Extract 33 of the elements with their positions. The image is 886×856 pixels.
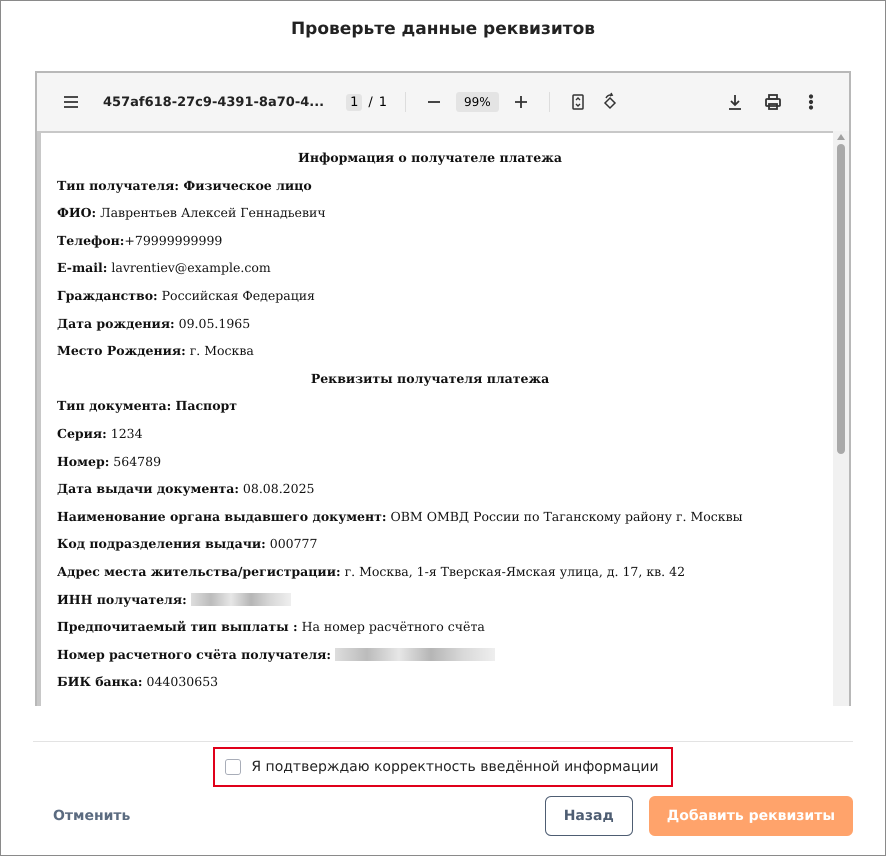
page-count: 1 bbox=[378, 94, 388, 110]
field-label: ИНН получателя: bbox=[57, 590, 187, 608]
scrollbar[interactable] bbox=[833, 131, 849, 706]
document-line: БИК банка: 044030653 bbox=[57, 674, 218, 690]
document-line: Тип получателя: Физическое лицо bbox=[57, 178, 312, 193]
file-name: 457af618-27c9-4391-8a70-4... bbox=[103, 94, 324, 110]
checkbox[interactable] bbox=[225, 759, 242, 775]
checkbox-label: Я подтверждаю корректность введённой информации bbox=[251, 759, 659, 775]
document-line: ФИО: Лаврентьев Алексей Геннадьевич bbox=[57, 205, 326, 220]
page-separator: / bbox=[368, 94, 373, 110]
document-line: Место Рождения: г. Москва bbox=[57, 343, 254, 358]
page-number-field[interactable]: 1 bbox=[346, 94, 362, 110]
field-label: Номер расчетного счёта получателя: bbox=[57, 646, 332, 663]
cancel-button[interactable]: Отменить bbox=[33, 800, 150, 832]
confirm-checkbox[interactable]: Я подтверждаю корректность введённой информации bbox=[213, 747, 673, 787]
back-button[interactable]: Назад bbox=[544, 796, 633, 836]
document-line: Дата рождения: 09.05.1965 bbox=[57, 316, 250, 331]
print-icon[interactable] bbox=[763, 92, 783, 112]
document-line: Предпочитаемый тип выплаты : На номер расчётного счёта bbox=[57, 619, 485, 634]
dialog-title: Проверьте данные реквизитов bbox=[290, 18, 596, 40]
document-line: Адрес места жительства/регистрации: г. Москва, 1-я Тверская-Ямская улица, д. 17, кв. 42 bbox=[57, 564, 686, 579]
document-line: Код подразделения выдачи: 000777 bbox=[57, 536, 318, 552]
document-line: Тип документа: Паспорт bbox=[57, 398, 238, 414]
document-line: Телефон:+79999999999 bbox=[57, 232, 222, 248]
section-heading: Реквизиты получателя платежа bbox=[310, 370, 550, 386]
document-line: Серия: 1234 bbox=[57, 426, 143, 441]
document-line: Гражданство: Российская Федерация bbox=[57, 288, 315, 303]
section-heading: Информация о получателе платежа bbox=[298, 150, 562, 165]
document-line: Дата выдачи документа: 08.08.2025 bbox=[57, 481, 314, 496]
document-line: Наименование органа выдавшего документ: ОВМ ОМВД России по Таганскому району г. Москвы bbox=[57, 508, 743, 524]
document-line: Номер: 564789 bbox=[57, 454, 162, 469]
zoom-field[interactable]: 99% bbox=[456, 92, 499, 112]
document-line: E-mail: lavrentiev@example.com bbox=[57, 260, 271, 276]
